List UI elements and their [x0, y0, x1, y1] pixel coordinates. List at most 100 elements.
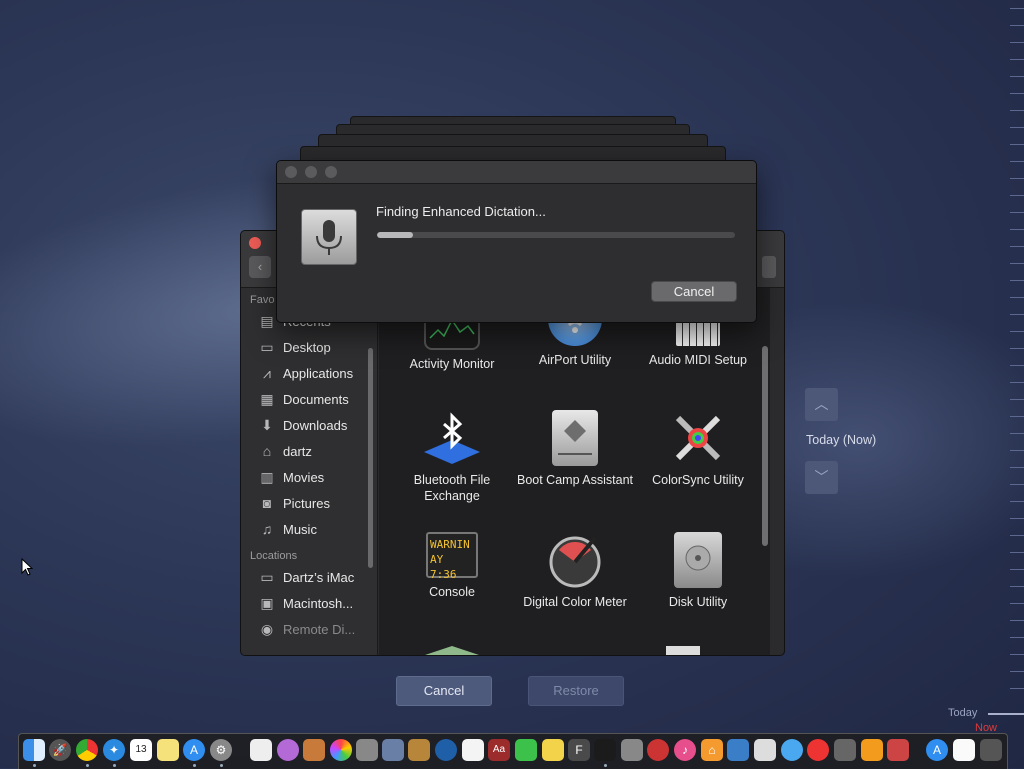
timeline-tick[interactable]: [1010, 586, 1024, 587]
app-disk-utility[interactable]: Disk Utility: [638, 532, 758, 610]
timeline-down-button[interactable]: ﹀: [805, 461, 838, 494]
app-console[interactable]: WARNIN AY 7:36 Console: [392, 532, 512, 600]
sidebar-item-macintosh-hd[interactable]: ▣ Macintosh...: [241, 590, 377, 616]
timeline-tick[interactable]: [1010, 76, 1024, 77]
timeline-tick[interactable]: [1010, 484, 1024, 485]
chrome-dock-icon[interactable]: [76, 739, 98, 761]
sidebar-item-pictures[interactable]: ◙ Pictures: [241, 490, 377, 516]
notes-dock-icon[interactable]: [157, 739, 179, 761]
restore-button[interactable]: Restore: [528, 676, 624, 706]
finder-dock-icon[interactable]: [23, 739, 45, 761]
timeline-tick[interactable]: [1010, 161, 1024, 162]
timeline-tick[interactable]: [1010, 348, 1024, 349]
news-dock-icon[interactable]: [807, 739, 829, 761]
stickies-dock-icon[interactable]: [542, 739, 564, 761]
timeline-tick[interactable]: [1010, 620, 1024, 621]
timeline-tick[interactable]: [1010, 654, 1024, 655]
timeline-tick[interactable]: [1010, 297, 1024, 298]
timeline-tick[interactable]: [1010, 8, 1024, 9]
timeline-tick[interactable]: [1010, 314, 1024, 315]
sidebar-item-remote-disc[interactable]: ◉ Remote Di...: [241, 616, 377, 642]
disk-utility-dock-icon[interactable]: [621, 739, 643, 761]
trash-icon[interactable]: [980, 739, 1002, 761]
timeline-tick[interactable]: [1010, 382, 1024, 383]
itunes-dock-icon[interactable]: ♪: [674, 739, 696, 761]
toolbar-button[interactable]: [762, 256, 776, 278]
app-store-dock-icon[interactable]: A: [183, 739, 205, 761]
safari-dock-icon[interactable]: ✦: [103, 739, 125, 761]
timeline-tick[interactable]: [1010, 399, 1024, 400]
timeline-tick[interactable]: [1010, 535, 1024, 536]
cancel-button[interactable]: Cancel: [651, 281, 737, 302]
app-store-folder-dock-icon[interactable]: A: [926, 739, 948, 761]
dictionary-dock-icon[interactable]: Aa: [488, 739, 510, 761]
screenshot-dock-icon[interactable]: [727, 739, 749, 761]
timeline-tick[interactable]: [1010, 416, 1024, 417]
image-capture-dock-icon[interactable]: [382, 739, 404, 761]
home-dock-icon[interactable]: ⌂: [701, 739, 723, 761]
zoom-button[interactable]: [325, 166, 337, 178]
maps-dock-icon[interactable]: [754, 739, 776, 761]
back-button[interactable]: ‹: [249, 256, 271, 278]
timeline-tick[interactable]: [1010, 467, 1024, 468]
sidebar-item-applications[interactable]: ⩘ Applications: [241, 360, 377, 386]
sidebar-item-documents[interactable]: ▦ Documents: [241, 386, 377, 412]
contacts-dock-icon[interactable]: [408, 739, 430, 761]
app-bluetooth-file-exchange[interactable]: Bluetooth File Exchange: [392, 410, 512, 504]
timeline-tick[interactable]: [1010, 603, 1024, 604]
timeline-tick[interactable]: [1010, 127, 1024, 128]
timeline[interactable]: [1004, 0, 1024, 720]
app-digital-color-meter[interactable]: Digital Color Meter: [515, 532, 635, 610]
timeline-tick[interactable]: [1010, 93, 1024, 94]
sidebar-item-downloads[interactable]: ⬇ Downloads: [241, 412, 377, 438]
timeline-tick[interactable]: [1010, 229, 1024, 230]
timeline-tick[interactable]: [1010, 365, 1024, 366]
reminders-dock-icon[interactable]: [462, 739, 484, 761]
sidebar-item-home[interactable]: ⌂ dartz: [241, 438, 377, 464]
script-editor-dock-icon[interactable]: [834, 739, 856, 761]
sidebar-item-desktop[interactable]: ▭ Desktop: [241, 334, 377, 360]
ibooks-dock-icon[interactable]: [861, 739, 883, 761]
timeline-tick[interactable]: [1010, 569, 1024, 570]
app-colorsync-utility[interactable]: ColorSync Utility: [638, 410, 758, 488]
minimize-button[interactable]: [305, 166, 317, 178]
timeline-tick[interactable]: [1010, 110, 1024, 111]
timeline-tick[interactable]: [1010, 518, 1024, 519]
timeline-up-button[interactable]: ︿: [805, 388, 838, 421]
activity-monitor-dock-icon[interactable]: [594, 739, 616, 761]
timeline-tick[interactable]: [1010, 331, 1024, 332]
timeline-tick[interactable]: [1010, 280, 1024, 281]
timeline-tick[interactable]: [1010, 144, 1024, 145]
preview-dock-icon[interactable]: [356, 739, 378, 761]
timeline-tick[interactable]: [1010, 212, 1024, 213]
textedit-dock-icon[interactable]: [250, 739, 272, 761]
photo-booth-dock-icon[interactable]: [887, 739, 909, 761]
sidebar-item-music[interactable]: ♫ Music: [241, 516, 377, 542]
potion-dock-icon[interactable]: [277, 739, 299, 761]
close-button[interactable]: [249, 237, 261, 249]
timeline-tick[interactable]: [1010, 178, 1024, 179]
gems-dock-icon[interactable]: [647, 739, 669, 761]
edge-dock-icon[interactable]: [435, 739, 457, 761]
timeline-tick[interactable]: [1010, 59, 1024, 60]
calendar-dock-icon[interactable]: 13: [130, 739, 152, 761]
timeline-tick[interactable]: [1010, 637, 1024, 638]
sidebar-scrollbar[interactable]: [368, 348, 373, 568]
timeline-tick[interactable]: [1010, 552, 1024, 553]
timeline-tick[interactable]: [1010, 42, 1024, 43]
sidebar-item-imac[interactable]: ▭ Dartz’s iMac: [241, 564, 377, 590]
photos-dock-icon[interactable]: [330, 739, 352, 761]
system-preferences-dock-icon[interactable]: ⚙: [210, 739, 232, 761]
sidebar-item-movies[interactable]: ▥ Movies: [241, 464, 377, 490]
timeline-tick[interactable]: [1010, 263, 1024, 264]
timeline-tick[interactable]: [1010, 195, 1024, 196]
launchpad-dock-icon[interactable]: 🚀: [49, 739, 71, 761]
timeline-tick[interactable]: [1010, 501, 1024, 502]
messages-dock-icon[interactable]: [781, 739, 803, 761]
app-boot-camp-assistant[interactable]: Boot Camp Assistant: [515, 410, 635, 488]
books-dock-icon[interactable]: [303, 739, 325, 761]
documents-stack-dock-icon[interactable]: [953, 739, 975, 761]
facetime-dock-icon[interactable]: [515, 739, 537, 761]
timeline-tick[interactable]: [1010, 688, 1024, 689]
timeline-tick[interactable]: [1010, 25, 1024, 26]
